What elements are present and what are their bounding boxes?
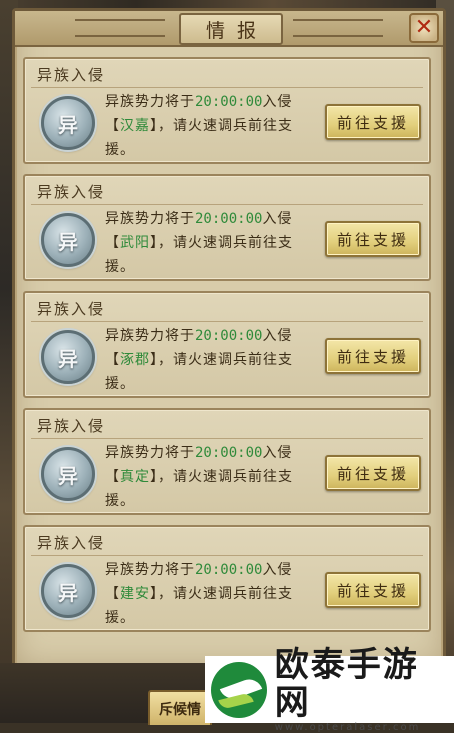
scout-intel-label: 斥候情 — [159, 701, 201, 718]
report-message: 异族势力将于20:00:00入侵【建安】，请火速调兵前往支援。 — [105, 558, 317, 630]
report-card: 异族入侵 异 异族势力将于20:00:00入侵【涿郡】，请火速调兵前往支援。 前… — [23, 291, 431, 398]
emblem-char: 异 — [58, 580, 78, 605]
watermark-title: 欧泰手游网 — [274, 645, 419, 723]
alien-emblem-icon: 异 — [41, 330, 95, 384]
target-city: 真定 — [120, 469, 150, 485]
message-prefix: 异族势力将于 — [105, 445, 195, 461]
card-divider — [31, 555, 423, 556]
intel-panel: 情报 ✕ 异族入侵 异 异族势力将于20:00:00入侵【汉嘉】，请火速调兵前往… — [12, 8, 446, 669]
go-support-label: 前往支援 — [336, 347, 409, 366]
title-plate: 情报 — [179, 13, 283, 45]
watermark-text: 欧泰手游网 www.opteralaser.com — [275, 646, 454, 733]
emblem-char: 异 — [58, 229, 78, 254]
go-support-button[interactable]: 前往支援 — [325, 338, 421, 374]
go-support-button[interactable]: 前往支援 — [325, 221, 421, 257]
invasion-time: 20:00:00 — [195, 328, 263, 344]
message-join: 入侵 — [262, 562, 293, 578]
emblem-char: 异 — [58, 112, 78, 137]
message-join: 入侵 — [262, 328, 293, 344]
report-list: 异族入侵 异 异族势力将于20:00:00入侵【汉嘉】，请火速调兵前往支援。 前… — [23, 57, 431, 642]
report-heading: 异族入侵 — [37, 534, 106, 552]
alien-emblem-icon: 异 — [41, 96, 95, 150]
report-heading: 异族入侵 — [37, 417, 106, 435]
leaf-logo-icon — [211, 661, 267, 718]
bracket-open: 【 — [105, 586, 120, 602]
go-support-button[interactable]: 前往支援 — [325, 104, 421, 140]
invasion-time: 20:00:00 — [195, 94, 263, 110]
panel-title: 情报 — [205, 19, 268, 42]
go-support-button[interactable]: 前往支援 — [325, 455, 421, 491]
message-prefix: 异族势力将于 — [105, 94, 195, 110]
invasion-time: 20:00:00 — [195, 211, 263, 227]
close-icon: ✕ — [414, 15, 434, 40]
message-prefix: 异族势力将于 — [105, 562, 195, 578]
bracket-open: 【 — [105, 352, 120, 368]
close-button[interactable]: ✕ — [409, 13, 439, 43]
report-card: 异族入侵 异 异族势力将于20:00:00入侵【汉嘉】，请火速调兵前往支援。 前… — [23, 57, 431, 164]
invasion-time: 20:00:00 — [195, 445, 263, 461]
report-heading: 异族入侵 — [37, 66, 106, 84]
alien-emblem-icon: 异 — [41, 564, 95, 618]
bracket-close: 】 — [150, 469, 158, 485]
report-card: 异族入侵 异 异族势力将于20:00:00入侵【武阳】，请火速调兵前往支援。 前… — [23, 174, 431, 281]
card-divider — [31, 438, 423, 439]
report-card: 异族入侵 异 异族势力将于20:00:00入侵【建安】，请火速调兵前往支援。 前… — [23, 525, 431, 632]
target-city: 汉嘉 — [120, 118, 150, 134]
go-support-label: 前往支援 — [336, 113, 409, 132]
bracket-open: 【 — [105, 235, 120, 251]
go-support-button[interactable]: 前往支援 — [325, 572, 421, 608]
report-message: 异族势力将于20:00:00入侵【真定】，请火速调兵前往支援。 — [105, 441, 317, 513]
report-card: 异族入侵 异 异族势力将于20:00:00入侵【真定】，请火速调兵前往支援。 前… — [23, 408, 431, 515]
title-bar: 情报 ✕ — [15, 11, 443, 47]
bracket-close: 】 — [150, 352, 158, 368]
scout-intel-tab[interactable]: 斥候情 — [148, 690, 212, 725]
go-support-label: 前往支援 — [336, 581, 409, 600]
message-join: 入侵 — [262, 94, 293, 110]
bracket-close: 】 — [150, 586, 158, 602]
card-divider — [31, 204, 423, 205]
report-message: 异族势力将于20:00:00入侵【汉嘉】，请火速调兵前往支援。 — [105, 90, 317, 162]
report-message: 异族势力将于20:00:00入侵【涿郡】，请火速调兵前往支援。 — [105, 324, 317, 396]
bracket-close: 】 — [150, 235, 158, 251]
go-support-label: 前往支援 — [336, 464, 409, 483]
message-join: 入侵 — [262, 211, 293, 227]
bracket-open: 【 — [105, 469, 120, 485]
report-message: 异族势力将于20:00:00入侵【武阳】，请火速调兵前往支援。 — [105, 207, 317, 279]
target-city: 武阳 — [120, 235, 150, 251]
report-heading: 异族入侵 — [37, 183, 106, 201]
card-divider — [31, 321, 423, 322]
emblem-char: 异 — [58, 346, 78, 371]
watermark-url: www.opteralaser.com — [274, 722, 421, 733]
target-city: 涿郡 — [120, 352, 150, 368]
bracket-open: 【 — [105, 118, 120, 134]
title-ornament-left — [75, 19, 165, 37]
message-prefix: 异族势力将于 — [105, 211, 195, 227]
alien-emblem-icon: 异 — [41, 447, 95, 501]
alien-emblem-icon: 异 — [41, 213, 95, 267]
card-divider — [31, 87, 423, 88]
title-ornament-right — [293, 19, 383, 37]
report-heading: 异族入侵 — [37, 300, 106, 318]
site-watermark: 欧泰手游网 www.opteralaser.com — [205, 646, 454, 733]
emblem-char: 异 — [58, 463, 78, 488]
invasion-time: 20:00:00 — [195, 562, 263, 578]
go-support-label: 前往支援 — [336, 230, 409, 249]
message-join: 入侵 — [262, 445, 293, 461]
message-prefix: 异族势力将于 — [105, 328, 195, 344]
target-city: 建安 — [120, 586, 150, 602]
bracket-close: 】 — [150, 118, 158, 134]
